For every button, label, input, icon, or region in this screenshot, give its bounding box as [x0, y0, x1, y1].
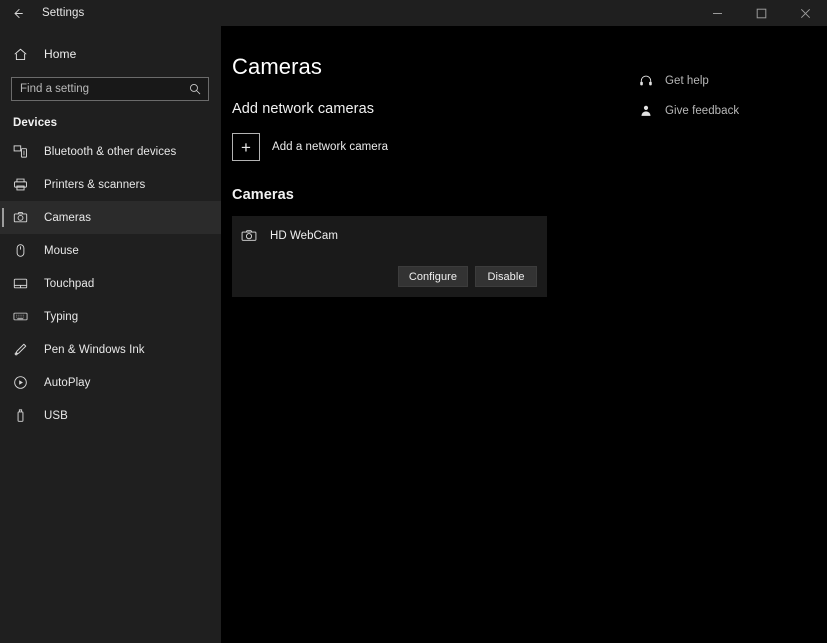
- camera-card: HD WebCam Configure Disable: [232, 216, 547, 297]
- minimize-icon: [712, 8, 723, 19]
- sidebar-item-label: Bluetooth & other devices: [44, 145, 177, 158]
- sidebar-item-label: AutoPlay: [44, 376, 91, 389]
- sidebar-item-usb[interactable]: USB: [0, 399, 221, 432]
- camera-card-actions: Configure Disable: [239, 266, 537, 287]
- title-bar-drag-area: [84, 0, 695, 26]
- cameras-section-heading: Cameras: [232, 187, 294, 203]
- bluetooth-devices-icon: [13, 144, 33, 159]
- sidebar-nav-list: Bluetooth & other devices Printers & sca…: [0, 135, 221, 432]
- maximize-icon: [756, 8, 767, 19]
- help-rail: Get help Give feedback: [638, 70, 818, 130]
- autoplay-icon: [13, 375, 33, 390]
- settings-window: Settings Home Find a setting Devices Blu…: [0, 0, 827, 643]
- home-icon: [13, 47, 33, 62]
- pen-icon: [13, 342, 33, 357]
- mouse-icon: [13, 243, 33, 258]
- sidebar-item-label: Printers & scanners: [44, 178, 146, 191]
- help-headset-icon: [638, 74, 654, 88]
- search-box[interactable]: [11, 77, 209, 101]
- sidebar-item-label: Mouse: [44, 244, 79, 257]
- feedback-person-icon: [638, 104, 654, 118]
- minimize-button[interactable]: [695, 0, 739, 26]
- close-icon: [800, 8, 811, 19]
- sidebar-item-printers-scanners[interactable]: Printers & scanners: [0, 168, 221, 201]
- body: Home Devices: [0, 26, 827, 643]
- usb-icon: [13, 408, 33, 423]
- sidebar-section-label: Devices: [13, 117, 58, 129]
- camera-icon: [239, 228, 259, 244]
- back-arrow-icon: [11, 7, 24, 20]
- keyboard-icon: [13, 309, 33, 324]
- sidebar-item-label: Pen & Windows Ink: [44, 343, 145, 356]
- sidebar: Home Devices: [0, 26, 221, 643]
- sidebar-item-home[interactable]: Home: [0, 38, 221, 70]
- sidebar-item-bluetooth-other-devices[interactable]: Bluetooth & other devices: [0, 135, 221, 168]
- add-network-camera-row[interactable]: + Add a network camera: [232, 133, 641, 161]
- search-icon[interactable]: [189, 83, 201, 95]
- sidebar-item-label: Touchpad: [44, 277, 95, 290]
- configure-button[interactable]: Configure: [397, 266, 468, 287]
- disable-button[interactable]: Disable: [475, 266, 537, 287]
- get-help-link[interactable]: Get help: [638, 70, 818, 92]
- printer-icon: [13, 177, 33, 192]
- sidebar-item-pen-windows-ink[interactable]: Pen & Windows Ink: [0, 333, 221, 366]
- title-bar-left: Settings: [0, 0, 84, 26]
- camera-icon: [13, 210, 33, 225]
- give-feedback-link[interactable]: Give feedback: [638, 100, 818, 122]
- sidebar-item-label: Cameras: [44, 211, 92, 224]
- title-bar: Settings: [0, 0, 827, 26]
- maximize-button[interactable]: [739, 0, 783, 26]
- touchpad-icon: [13, 276, 33, 291]
- close-button[interactable]: [783, 0, 827, 26]
- sidebar-item-label: USB: [44, 409, 68, 422]
- add-network-cameras-heading: Add network cameras: [232, 101, 375, 117]
- main-content: Cameras Add network cameras + Add a netw…: [221, 26, 827, 643]
- search-input[interactable]: [12, 78, 208, 100]
- search-container: [0, 77, 221, 101]
- content-inner: Cameras Add network cameras + Add a netw…: [221, 54, 641, 297]
- sidebar-item-autoplay[interactable]: AutoPlay: [0, 366, 221, 399]
- back-button[interactable]: [0, 0, 34, 26]
- page-title: Cameras: [232, 54, 322, 79]
- sidebar-item-label: Typing: [44, 310, 79, 323]
- sidebar-item-home-label: Home: [44, 47, 77, 61]
- sidebar-item-touchpad[interactable]: Touchpad: [0, 267, 221, 300]
- sidebar-item-typing[interactable]: Typing: [0, 300, 221, 333]
- sidebar-item-cameras[interactable]: Cameras: [0, 201, 221, 234]
- sidebar-item-mouse[interactable]: Mouse: [0, 234, 221, 267]
- camera-name: HD WebCam: [270, 230, 338, 242]
- camera-card-header: HD WebCam: [239, 228, 537, 244]
- give-feedback-label: Give feedback: [665, 105, 740, 117]
- window-controls: [695, 0, 827, 26]
- app-title: Settings: [42, 7, 85, 19]
- add-network-camera-label: Add a network camera: [272, 141, 389, 153]
- plus-icon[interactable]: +: [232, 133, 260, 161]
- get-help-label: Get help: [665, 75, 709, 87]
